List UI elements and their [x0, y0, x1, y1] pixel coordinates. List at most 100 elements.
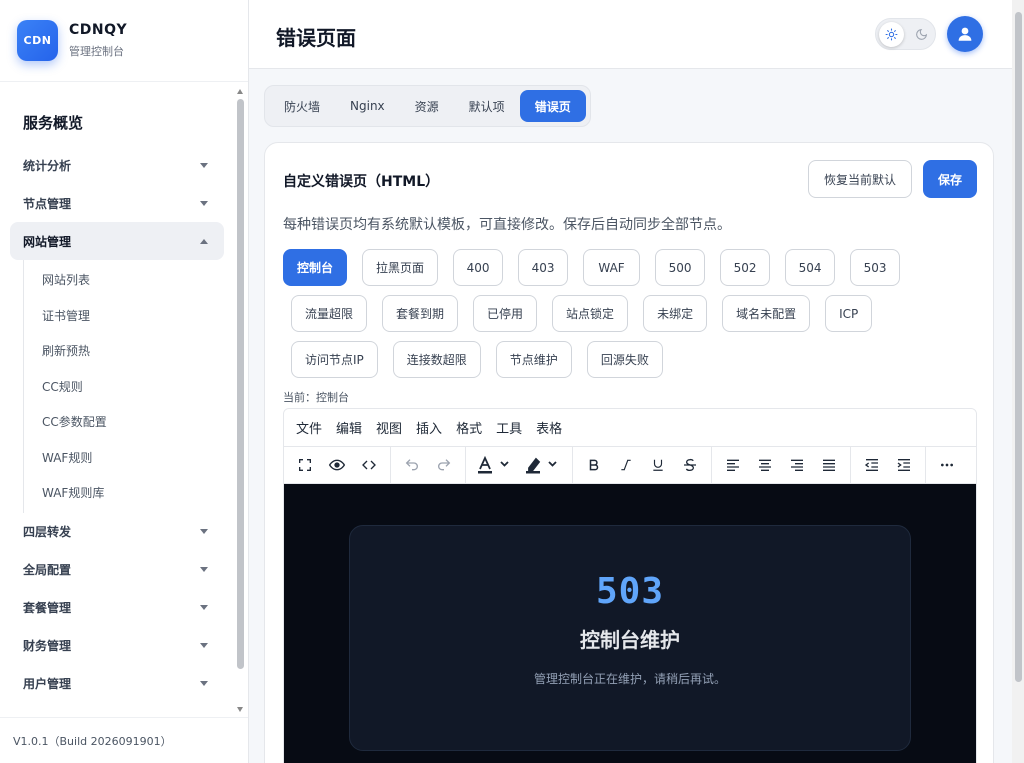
- chevron-down-icon: [200, 529, 208, 534]
- align-left-icon[interactable]: [719, 451, 747, 479]
- menu-format[interactable]: 格式: [456, 418, 482, 437]
- strikethrough-icon[interactable]: [676, 451, 704, 479]
- editor-menubar: 文件 编辑 视图 插入 格式 工具 表格: [284, 409, 976, 447]
- config-tabs: 防火墙 Nginx 资源 默认项 错误页: [264, 85, 591, 127]
- sidebar-item-site-list[interactable]: 网站列表: [24, 262, 235, 298]
- nav-group-label: 用户管理: [23, 677, 72, 691]
- brand-subtitle: 管理控制台: [69, 45, 124, 58]
- pill-unbound[interactable]: 未绑定: [643, 295, 708, 332]
- nav-group-plans[interactable]: 套餐管理: [0, 589, 224, 627]
- brand[interactable]: CDN CDNQY 管理控制台: [0, 0, 248, 82]
- html-editor: 文件 编辑 视图 插入 格式 工具 表格 503 控制台维护 管理控制台正在维护…: [283, 408, 977, 763]
- nav-group-label: 网站管理: [23, 234, 72, 249]
- menu-tools[interactable]: 工具: [496, 418, 522, 437]
- undo-icon[interactable]: [398, 451, 426, 479]
- top-header: 错误页面: [249, 0, 1024, 69]
- sun-icon: [879, 22, 904, 47]
- error-title: 控制台维护: [580, 628, 680, 652]
- page-title: 错误页面: [276, 26, 356, 50]
- tab-defaults[interactable]: 默认项: [454, 90, 520, 122]
- pill-traffic-exceeded[interactable]: 流量超限: [291, 295, 368, 332]
- pill-site-locked[interactable]: 站点锁定: [552, 295, 629, 332]
- more-icon[interactable]: [933, 451, 961, 479]
- pill-502[interactable]: 502: [720, 249, 771, 286]
- indent-icon[interactable]: [890, 451, 918, 479]
- menu-insert[interactable]: 插入: [416, 418, 442, 437]
- outdent-icon[interactable]: [858, 451, 886, 479]
- nav-group-users[interactable]: 用户管理: [0, 665, 224, 703]
- pill-console[interactable]: 控制台: [283, 249, 348, 286]
- pill-blacklist[interactable]: 拉黑页面: [362, 249, 439, 286]
- sidebar-scrollbar[interactable]: [236, 85, 245, 715]
- sidebar-item-refresh-preheat[interactable]: 刷新预热: [24, 333, 235, 369]
- sidebar-scroll-thumb[interactable]: [237, 99, 244, 669]
- bold-icon[interactable]: [580, 451, 608, 479]
- theme-toggle[interactable]: [875, 18, 936, 50]
- sidebar-item-cc-params[interactable]: CC参数配置: [24, 404, 235, 440]
- pill-plan-expired[interactable]: 套餐到期: [382, 295, 459, 332]
- error-preview-box: 503 控制台维护 管理控制台正在维护，请稍后再试。: [349, 525, 911, 751]
- chevron-down-icon: [200, 200, 208, 206]
- underline-icon[interactable]: [644, 451, 672, 479]
- sidebar-item-certificates[interactable]: 证书管理: [24, 298, 235, 334]
- scroll-down-icon[interactable]: [237, 707, 243, 712]
- error-code: 503: [595, 571, 665, 612]
- fullscreen-icon[interactable]: [291, 451, 319, 479]
- current-selection: 当前：控制台: [283, 391, 349, 404]
- nav-group-nodes[interactable]: 节点管理: [0, 184, 224, 222]
- pill-origin-failed[interactable]: 回源失败: [586, 341, 663, 378]
- chevron-down-icon: [200, 605, 208, 610]
- text-color-icon[interactable]: [473, 451, 517, 479]
- user-avatar[interactable]: [947, 16, 983, 52]
- page-scrollbar[interactable]: [1012, 0, 1024, 763]
- page-scroll-thumb[interactable]: [1015, 12, 1022, 682]
- menu-file[interactable]: 文件: [296, 418, 322, 437]
- restore-default-button[interactable]: 恢复当前默认: [808, 160, 912, 198]
- highlight-icon[interactable]: [521, 451, 565, 479]
- pill-icp[interactable]: ICP: [825, 295, 873, 332]
- pill-500[interactable]: 500: [655, 249, 706, 286]
- redo-icon[interactable]: [430, 451, 458, 479]
- pill-400[interactable]: 400: [453, 249, 504, 286]
- editor-content-preview[interactable]: 503 控制台维护 管理控制台正在维护，请稍后再试。: [284, 484, 976, 763]
- pill-connections-exceeded[interactable]: 连接数超限: [392, 341, 481, 378]
- menu-edit[interactable]: 编辑: [336, 418, 362, 437]
- pill-403[interactable]: 403: [518, 249, 569, 286]
- tab-resources[interactable]: 资源: [400, 90, 454, 122]
- align-justify-icon[interactable]: [815, 451, 843, 479]
- nav-group-global-config[interactable]: 全局配置: [0, 551, 224, 589]
- nav-group-stats[interactable]: 统计分析: [0, 146, 224, 184]
- pill-domain-unconfigured[interactable]: 域名未配置: [722, 295, 811, 332]
- tab-firewall[interactable]: 防火墙: [269, 90, 335, 122]
- scroll-up-icon[interactable]: [237, 89, 243, 94]
- pill-node-ip-access[interactable]: 访问节点IP: [291, 341, 378, 378]
- nav-group-finance[interactable]: 财务管理: [0, 627, 224, 665]
- card-title: 自定义错误页（HTML）: [283, 174, 440, 190]
- code-icon[interactable]: [355, 451, 383, 479]
- tab-nginx[interactable]: Nginx: [335, 90, 400, 122]
- pill-503[interactable]: 503: [850, 249, 901, 286]
- pill-disabled[interactable]: 已停用: [473, 295, 538, 332]
- tab-error-pages[interactable]: 错误页: [519, 90, 586, 122]
- menu-view[interactable]: 视图: [376, 418, 402, 437]
- nav-group-label: 四层转发: [23, 525, 72, 539]
- error-type-selector: 控制台 拉黑页面 400 403 WAF 500 502 504 503 流量超…: [283, 249, 983, 387]
- sidebar-item-cc-rules[interactable]: CC规则: [24, 369, 235, 405]
- pill-node-maintenance[interactable]: 节点维护: [495, 341, 572, 378]
- nav-group-l4-forward[interactable]: 四层转发: [0, 513, 224, 551]
- sidebar-item-waf-rules[interactable]: WAF规则: [24, 440, 235, 476]
- pill-waf[interactable]: WAF: [583, 249, 641, 286]
- chevron-down-icon: [200, 162, 208, 168]
- italic-icon[interactable]: [612, 451, 640, 479]
- chevron-up-icon: [200, 238, 208, 244]
- align-center-icon[interactable]: [751, 451, 779, 479]
- align-right-icon[interactable]: [783, 451, 811, 479]
- nav-group-sites[interactable]: 网站管理: [10, 222, 224, 260]
- nav-group-label: 财务管理: [23, 639, 72, 653]
- sidebar-item-waf-library[interactable]: WAF规则库: [24, 475, 235, 511]
- preview-icon[interactable]: [323, 451, 351, 479]
- nav-heading[interactable]: 服务概览: [0, 83, 235, 146]
- pill-504[interactable]: 504: [785, 249, 836, 286]
- menu-table[interactable]: 表格: [536, 418, 562, 437]
- save-button[interactable]: 保存: [923, 160, 977, 198]
